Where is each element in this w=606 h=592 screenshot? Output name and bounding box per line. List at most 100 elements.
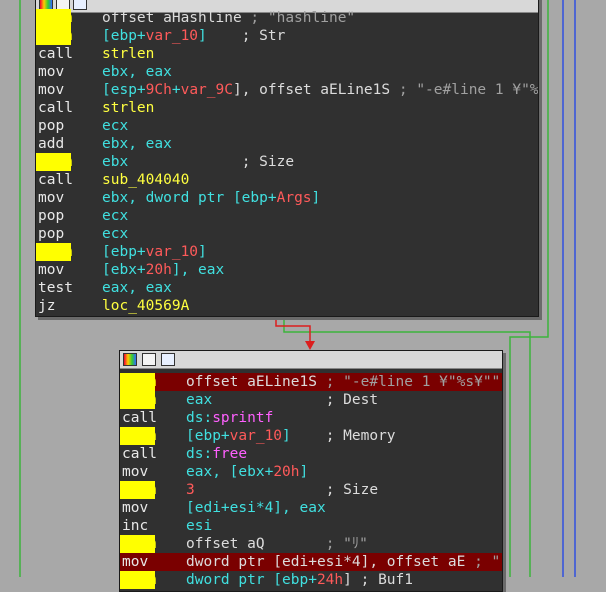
code-line[interactable]: push [ebp+var_10] <box>36 243 538 261</box>
operand-token: esi <box>186 518 213 534</box>
code-line[interactable]: pop ecx <box>36 207 538 225</box>
operand-token: ; Size <box>241 154 295 170</box>
code-line[interactable]: mov [esp+9Ch+var_9C], offset aELine1S ; "… <box>36 81 538 99</box>
edge-true-red <box>275 316 311 346</box>
mnemonic: push <box>120 535 157 553</box>
mnemonic: push <box>36 243 73 261</box>
mnemonic: call <box>122 410 157 426</box>
operand-token: var_10 <box>145 244 199 260</box>
code-line[interactable]: test eax, eax <box>36 279 538 297</box>
mnemonic: pop <box>38 226 65 242</box>
code-line[interactable]: mov eax, [ebx+20h] <box>120 463 502 481</box>
edge-true-arrowhead <box>305 341 315 350</box>
operand-token: var_10 <box>145 28 199 44</box>
operand-token: 20h <box>145 262 172 278</box>
operands: eax, eax <box>102 279 172 297</box>
mnemonic: push <box>120 571 157 589</box>
mnemonic: mov <box>122 554 149 570</box>
code-line[interactable]: call ds:free <box>120 445 502 463</box>
graph-color-icon[interactable] <box>123 353 137 366</box>
operands: loc_40569A <box>102 297 189 315</box>
operand-token: ; "-e#line 1 ¥"%s¥"" <box>325 374 501 390</box>
code-line[interactable]: push eax ; Dest <box>120 391 502 409</box>
code-line[interactable]: push offset aQ ; "ﾘ" <box>120 535 502 553</box>
code-line[interactable]: add ebx, eax <box>36 135 538 153</box>
operand-token: offset aHashline <box>102 10 251 26</box>
operands: strlen <box>102 45 154 63</box>
code-line[interactable]: inc esi <box>120 517 502 535</box>
code-line[interactable]: push ebx ; Size <box>36 153 538 171</box>
mnemonic: pop <box>38 118 65 134</box>
mnemonic: add <box>38 136 65 152</box>
operands: [esp+9Ch+var_9C], offset aELine1S ; "-e#… <box>102 81 538 99</box>
code-line[interactable]: push 3 ; Size <box>120 481 502 499</box>
code-line[interactable]: mov dword ptr [edi+esi*4], offset aE ; "-… <box>120 553 502 571</box>
operands: ebx, dword ptr [ebp+Args] <box>102 189 320 207</box>
code-line[interactable]: mov [ebx+20h], eax <box>36 261 538 279</box>
operands: [ebp+var_10] <box>102 243 207 261</box>
operand-token: + <box>171 82 181 98</box>
operand-token: [ebp+ <box>186 428 230 444</box>
mnemonic: push <box>120 391 157 409</box>
operand-token: strlen <box>102 100 155 116</box>
code-line[interactable]: pop ecx <box>36 117 538 135</box>
operand-token: ; "-e" <box>474 554 502 570</box>
code-line[interactable]: call ds:sprintf <box>120 409 502 427</box>
code-line[interactable]: pop ecx <box>36 225 538 243</box>
operand-token: offset aELine1S <box>186 374 326 390</box>
operand-token: ecx <box>102 118 129 134</box>
operand-token: 3 <box>186 482 326 498</box>
operand-token: ] ; Buf1 <box>343 572 413 588</box>
operand-token: eax <box>186 392 326 408</box>
operands: [ebp+var_10] ; Memory <box>186 427 396 445</box>
mnemonic: push <box>120 427 157 445</box>
code-line[interactable]: call sub_404040 <box>36 171 538 189</box>
code-line[interactable]: push [ebp+var_10] ; Memory <box>120 427 502 445</box>
operand-token: ebx, dword ptr <box>102 190 233 206</box>
mnemonic: pop <box>38 208 65 224</box>
operand-token: ds: <box>186 410 213 426</box>
code-line[interactable]: mov [edi+esi*4], eax <box>120 499 502 517</box>
mnemonic: push <box>120 373 157 391</box>
operands: [ebx+20h], eax <box>102 261 224 279</box>
operand-token: ecx <box>102 208 129 224</box>
operand-token: ebx <box>102 154 242 170</box>
code-block-top[interactable]: push offset aHashline ; "hashline" push [eb… <box>35 0 539 317</box>
mnemonic: call <box>38 172 73 188</box>
code-line[interactable]: push [ebp+var_10] ; Str <box>36 27 538 45</box>
rename-icon[interactable] <box>142 353 156 366</box>
operand-token: [edi+esi*4], eax <box>186 500 326 516</box>
operands: ebx, eax <box>102 135 172 153</box>
operand-token: ds: <box>186 446 213 462</box>
collapse-icon[interactable] <box>161 353 175 366</box>
code-line[interactable]: mov ebx, eax <box>36 63 538 81</box>
code-line[interactable]: call strlen <box>36 45 538 63</box>
operand-token: [ebx+ <box>102 262 146 278</box>
operand-token: ; Dest <box>325 392 379 408</box>
operand-token: eax, eax <box>102 280 172 296</box>
operand-token: ebx, eax <box>102 136 172 152</box>
code-line[interactable]: mov ebx, dword ptr [ebp+Args] <box>36 189 538 207</box>
mnemonic: push <box>36 27 73 45</box>
code-block-bottom[interactable]: push offset aELine1S ; "-e#line 1 ¥"%s¥""… <box>119 350 503 592</box>
operands: ds:sprintf <box>186 409 273 427</box>
operands: ebx ; Size <box>102 153 294 171</box>
operand-token: var_9C <box>180 82 233 98</box>
operand-token: ], eax <box>171 262 225 278</box>
operand-token: var_10 <box>229 428 283 444</box>
operand-token: [esp+ <box>102 82 146 98</box>
mnemonic: call <box>38 100 73 116</box>
mnemonic: mov <box>122 464 149 480</box>
operands: strlen <box>102 99 154 117</box>
operand-token: [ebp+ <box>102 28 146 44</box>
operands: eax, [ebx+20h] <box>186 463 308 481</box>
mnemonic: call <box>38 46 73 62</box>
code-line[interactable]: push offset aHashline ; "hashline" <box>36 9 538 27</box>
code-line[interactable]: call strlen <box>36 99 538 117</box>
code-line[interactable]: jz loc_40569A <box>36 297 538 315</box>
operand-token: ebx, eax <box>102 64 172 80</box>
code-line[interactable]: push dword ptr [ebp+24h] ; Buf1 <box>120 571 502 589</box>
operand-token: offset aQ <box>186 536 326 552</box>
code-line[interactable]: push offset aELine1S ; "-e#line 1 ¥"%s¥"" <box>120 373 502 391</box>
operand-token: ; "hashline" <box>250 10 356 26</box>
